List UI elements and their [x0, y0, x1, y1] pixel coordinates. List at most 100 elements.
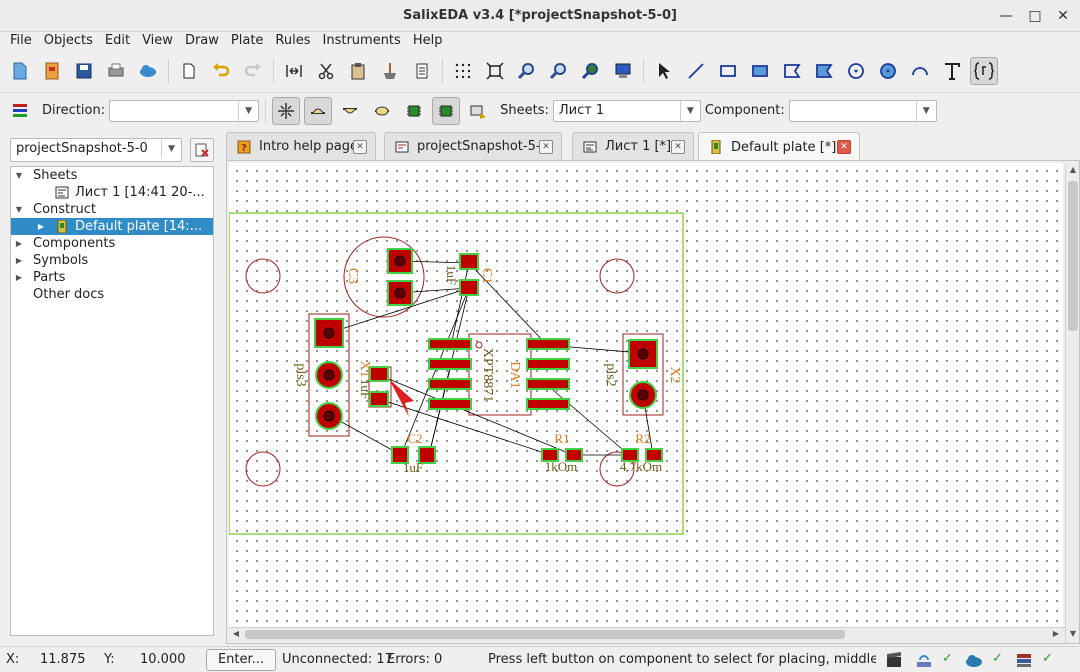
- line-tool-button[interactable]: [682, 57, 710, 85]
- minimize-button[interactable]: —: [996, 6, 1016, 26]
- menu-objects[interactable]: Objects: [38, 32, 99, 52]
- align-center-button[interactable]: [272, 96, 301, 125]
- vertical-scroll-thumb[interactable]: [1068, 181, 1078, 331]
- monitor-button[interactable]: [609, 57, 637, 85]
- rect-tool-button[interactable]: [714, 57, 742, 85]
- maximize-button[interactable]: □: [1025, 6, 1045, 26]
- notes-button[interactable]: [408, 57, 436, 85]
- close-tab-icon[interactable]: ✕: [671, 140, 685, 154]
- scroll-up-icon[interactable]: ▲: [1068, 165, 1078, 175]
- cloud-sync-icon[interactable]: [964, 650, 984, 670]
- tree-item-symbols[interactable]: ▶ Symbols: [11, 252, 213, 269]
- open-project-button[interactable]: [38, 57, 66, 85]
- menu-draw[interactable]: Draw: [179, 32, 225, 52]
- close-tab-icon[interactable]: ✕: [353, 140, 367, 154]
- top-side-button[interactable]: [304, 96, 333, 125]
- tree-item-parts[interactable]: ▶ Parts: [11, 269, 213, 286]
- chevron-right-icon[interactable]: ▶: [35, 218, 47, 235]
- clean-button[interactable]: [376, 57, 404, 85]
- tree-item-label: Лист 1 [14:41 20-...: [75, 185, 205, 200]
- pcb-drawing[interactable]: C3 1uF C1 pls3 X1 1uF XPT8871 DA1 pls2 X…: [229, 163, 1063, 627]
- tab-sheet1[interactable]: Лист 1 [*] ✕: [572, 132, 694, 160]
- menu-edit[interactable]: Edit: [99, 32, 136, 52]
- chevron-right-icon[interactable]: ▶: [13, 269, 25, 286]
- new-file-button[interactable]: [6, 57, 34, 85]
- x-coordinate-value: 11.875: [40, 652, 86, 667]
- menu-rules[interactable]: Rules: [269, 32, 316, 52]
- field-tool-button[interactable]: [970, 57, 998, 85]
- tree-item-default-plate[interactable]: ▶ Default plate [14:...: [11, 218, 213, 235]
- tree-item-construct[interactable]: ▼ Construct: [11, 201, 213, 218]
- redo-button[interactable]: [239, 57, 267, 85]
- label-c3: C3: [345, 268, 360, 284]
- new-sheet-button[interactable]: [175, 57, 203, 85]
- arc-tool-button[interactable]: [906, 57, 934, 85]
- tab-intro-help[interactable]: ? Intro help page ✕: [226, 132, 376, 160]
- label-x2: X2: [667, 366, 682, 383]
- remote-icon[interactable]: [914, 650, 934, 670]
- mirror-button[interactable]: [280, 57, 308, 85]
- circle-tool-button[interactable]: [842, 57, 870, 85]
- close-tab-icon[interactable]: ✕: [539, 140, 553, 154]
- pcb-canvas[interactable]: C3 1uF C1 pls3 X1 1uF XPT8871 DA1 pls2 X…: [229, 163, 1063, 627]
- select-tool-button[interactable]: [650, 57, 678, 85]
- filled-polygon-tool-button[interactable]: [810, 57, 838, 85]
- menu-help[interactable]: Help: [407, 32, 449, 52]
- zoom-window-button[interactable]: [577, 57, 605, 85]
- menu-plate[interactable]: Plate: [225, 32, 270, 52]
- close-button[interactable]: ✕: [1053, 6, 1073, 26]
- undo-button[interactable]: [207, 57, 235, 85]
- menu-instruments[interactable]: Instruments: [317, 32, 407, 52]
- close-project-button[interactable]: [190, 138, 214, 162]
- tab-project[interactable]: projectSnapshot-5-0 ✕: [384, 132, 562, 160]
- project-select[interactable]: projectSnapshot-5-0 ▼: [10, 138, 182, 162]
- save-button[interactable]: [70, 57, 98, 85]
- bottom-side-button[interactable]: [336, 97, 364, 125]
- chip-active-button[interactable]: [432, 96, 461, 125]
- print-button[interactable]: [102, 57, 130, 85]
- component-select[interactable]: ▼: [788, 99, 937, 122]
- scroll-right-icon[interactable]: ▶: [1051, 629, 1061, 639]
- direction-select[interactable]: ▼: [109, 99, 260, 122]
- place-component-button[interactable]: [464, 97, 492, 125]
- text-tool-button[interactable]: [938, 57, 966, 85]
- document-tabs: ? Intro help page ✕ projectSnapshot-5-0 …: [226, 132, 1080, 161]
- menu-view[interactable]: View: [136, 32, 179, 52]
- horizontal-scroll-thumb[interactable]: [245, 630, 845, 639]
- layers-button[interactable]: [6, 97, 34, 125]
- tree-item-sheets[interactable]: ▼ Sheets: [11, 167, 213, 184]
- both-sides-button[interactable]: [368, 97, 396, 125]
- chevron-right-icon[interactable]: ▶: [13, 252, 25, 269]
- scroll-down-icon[interactable]: ▼: [1068, 629, 1078, 639]
- zoom-in-button[interactable]: [513, 57, 541, 85]
- chevron-down-icon[interactable]: ▼: [13, 201, 25, 218]
- label-x1-value: 1uF: [358, 379, 373, 399]
- scroll-left-icon[interactable]: ◀: [231, 629, 241, 639]
- menu-file[interactable]: File: [4, 32, 38, 52]
- grid-button[interactable]: [449, 57, 477, 85]
- chip-button[interactable]: [400, 97, 428, 125]
- polygon-tool-button[interactable]: [778, 57, 806, 85]
- tree-item-components[interactable]: ▶ Components: [11, 235, 213, 252]
- enter-coordinates-button[interactable]: Enter...: [206, 649, 276, 671]
- tab-default-plate[interactable]: Default plate [*] ✕: [698, 132, 860, 161]
- filled-rect-tool-button[interactable]: [746, 57, 774, 85]
- horizontal-scrollbar[interactable]: ◀ ▶: [229, 627, 1065, 641]
- tree-item-label: Components: [33, 236, 116, 251]
- cut-button[interactable]: [312, 57, 340, 85]
- tree-item-other-docs[interactable]: Other docs: [11, 286, 213, 303]
- brush-icon: [384, 63, 396, 79]
- sheets-select[interactable]: Лист 1 ▼: [552, 99, 701, 122]
- library-icon[interactable]: [1014, 650, 1034, 670]
- clapperboard-icon[interactable]: [884, 650, 904, 670]
- zoom-out-button[interactable]: [545, 57, 573, 85]
- chevron-down-icon[interactable]: ▼: [13, 167, 25, 184]
- chevron-right-icon[interactable]: ▶: [13, 235, 25, 252]
- cloud-button[interactable]: [134, 57, 162, 85]
- vertical-scrollbar[interactable]: ▲ ▼: [1065, 163, 1079, 643]
- paste-button[interactable]: [344, 57, 372, 85]
- fit-button[interactable]: [481, 57, 509, 85]
- tree-item-sheet1[interactable]: Лист 1 [14:41 20-...: [11, 184, 213, 201]
- filled-circle-tool-button[interactable]: [874, 57, 902, 85]
- close-tab-icon[interactable]: ✕: [837, 140, 851, 154]
